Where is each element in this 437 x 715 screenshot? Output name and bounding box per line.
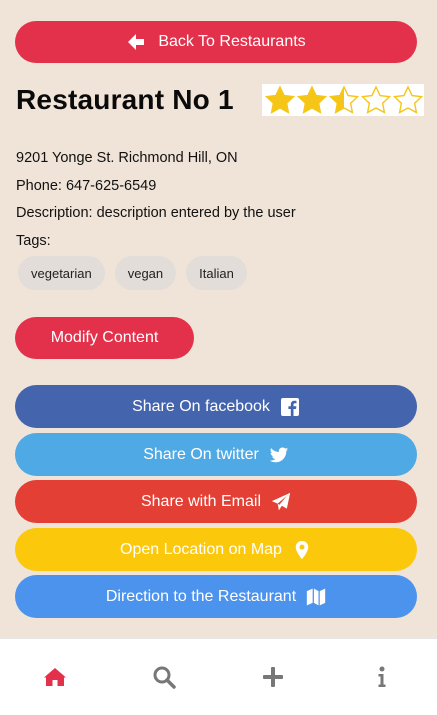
restaurant-address: 9201 Yonge St. Richmond Hill, ON <box>16 150 238 166</box>
restaurant-detail-screen: Back To Restaurants Restaurant No 1 9201… <box>0 0 437 638</box>
open-location-map-button[interactable]: Open Location on Map <box>15 528 417 571</box>
tags-label: Tags: <box>16 233 51 249</box>
open-location-label: Open Location on Map <box>120 540 282 558</box>
folded-map-icon <box>306 588 326 605</box>
star-empty-icon <box>392 85 424 114</box>
star-empty-icon <box>360 85 392 114</box>
modify-content-button[interactable]: Modify Content <box>15 317 194 359</box>
info-icon <box>378 666 386 687</box>
star-rating <box>262 84 424 116</box>
tab-home[interactable] <box>25 647 85 707</box>
share-email-button[interactable]: Share with Email <box>15 480 417 523</box>
share-twitter-button[interactable]: Share On twitter <box>15 433 417 476</box>
back-button-label: Back To Restaurants <box>158 33 306 50</box>
search-icon <box>153 666 176 689</box>
back-to-restaurants-button[interactable]: Back To Restaurants <box>15 21 417 63</box>
restaurant-name: Restaurant No 1 <box>16 84 234 115</box>
share-twitter-label: Share On twitter <box>143 445 259 463</box>
tag-list: vegetarian vegan Italian <box>18 256 247 290</box>
facebook-icon <box>280 397 299 416</box>
tag-chip: vegetarian <box>18 256 105 290</box>
map-marker-icon <box>295 540 309 559</box>
bottom-tab-bar <box>0 638 437 715</box>
star-half-icon <box>328 85 360 114</box>
tag-chip: Italian <box>186 256 247 290</box>
restaurant-phone: Phone: 647-625-6549 <box>16 178 157 194</box>
share-facebook-label: Share On facebook <box>132 397 270 415</box>
restaurant-description: Description: description entered by the … <box>16 205 296 221</box>
paper-plane-icon <box>271 492 291 510</box>
star-full-icon <box>296 85 328 114</box>
share-facebook-button[interactable]: Share On facebook <box>15 385 417 428</box>
home-icon <box>43 668 66 686</box>
share-email-label: Share with Email <box>140 492 262 510</box>
direction-label: Direction to the Restaurant <box>105 587 297 605</box>
tab-search[interactable] <box>134 647 194 707</box>
plus-icon <box>263 667 284 687</box>
twitter-icon <box>269 447 288 462</box>
tag-chip: vegan <box>114 256 177 290</box>
direction-to-restaurant-button[interactable]: Direction to the Restaurant <box>15 575 417 618</box>
arrow-left-icon <box>128 34 145 50</box>
tab-add[interactable] <box>243 647 303 707</box>
star-full-icon <box>264 85 296 114</box>
tab-info[interactable] <box>352 647 412 707</box>
